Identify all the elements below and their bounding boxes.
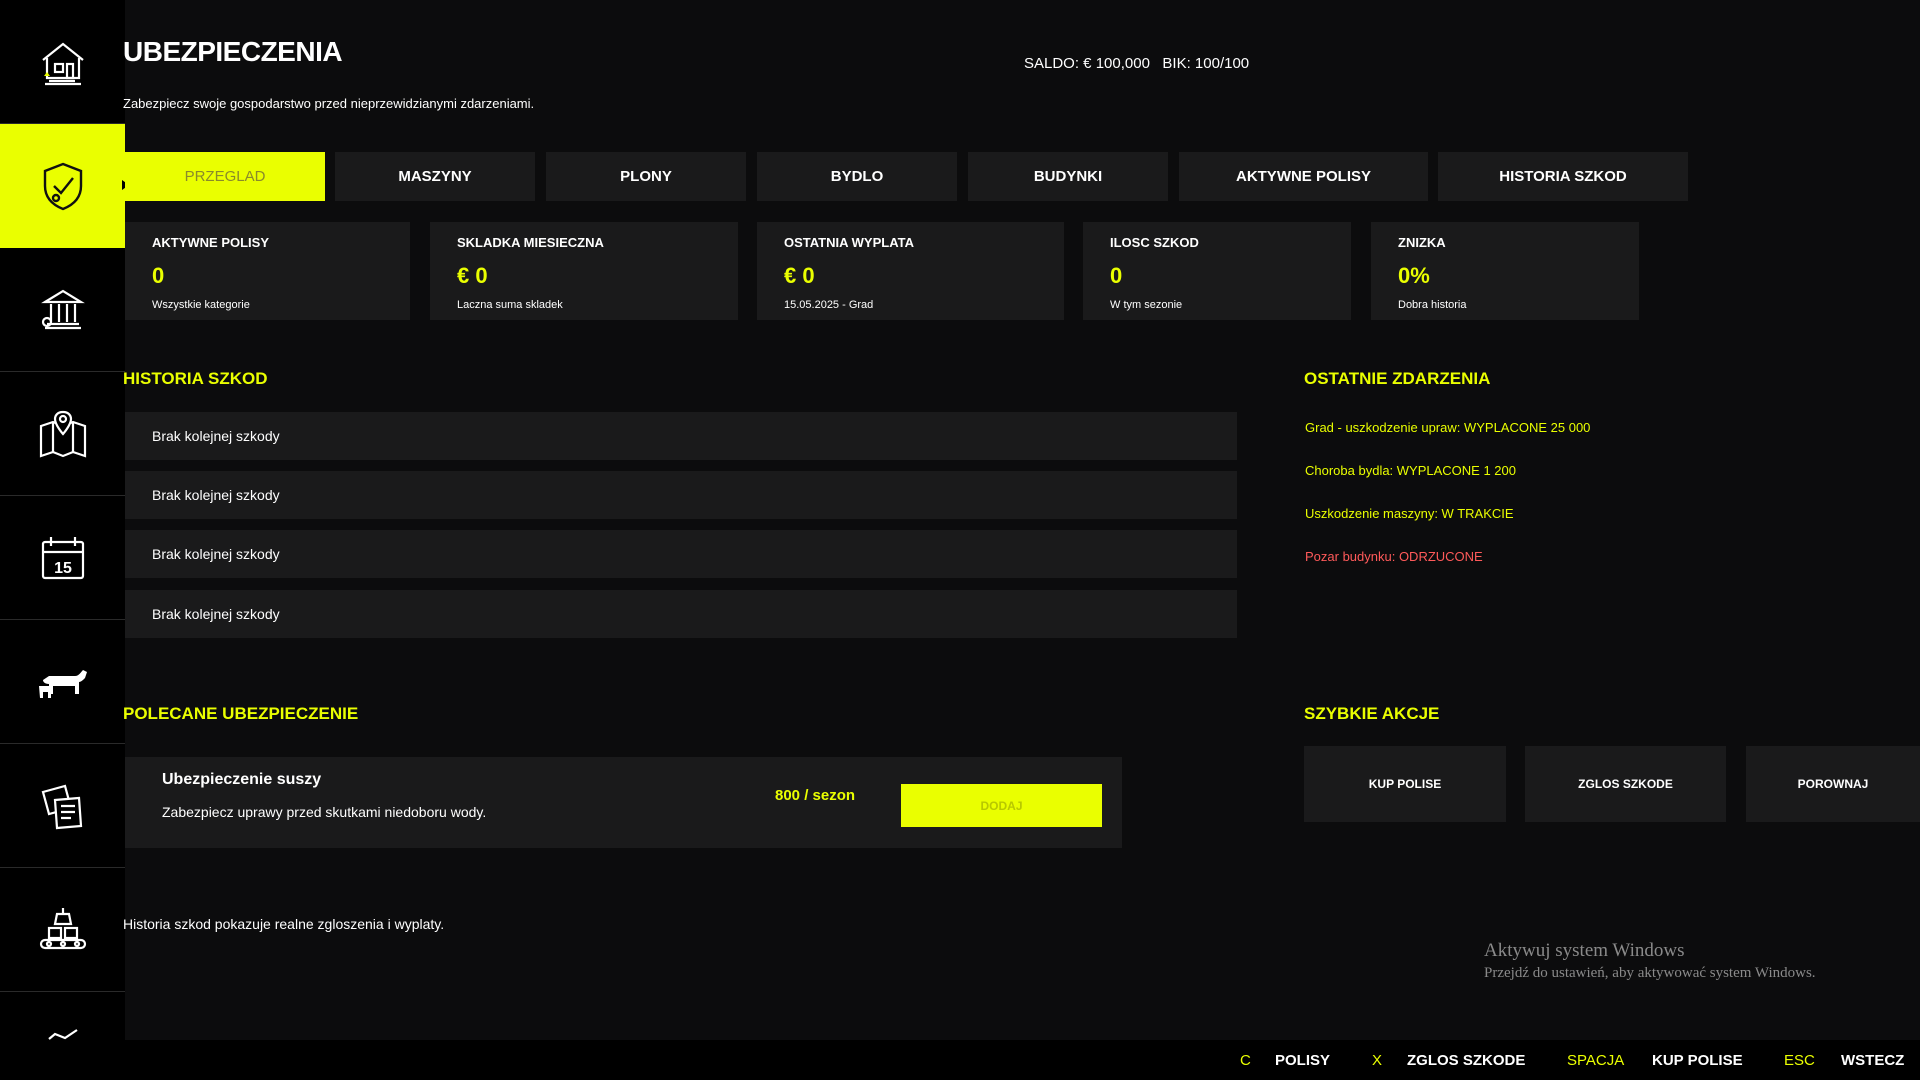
sidebar-item-animals[interactable]	[0, 620, 125, 744]
hotkey-buy-policy[interactable]: KUP POLISE	[1652, 1052, 1743, 1069]
stat-value: 0%	[1398, 263, 1430, 288]
sidebar-item-production[interactable]	[0, 868, 125, 992]
sidebar: 15	[0, 0, 129, 1040]
sidebar-item-more[interactable]	[0, 992, 125, 1040]
windows-activation-subtitle: Przejdź do ustawień, aby aktywować syste…	[1484, 965, 1816, 981]
history-section-title: HISTORIA SZKOD	[123, 369, 268, 388]
stat-card-claims-count: ILOSC SZKOD 0 W tym sezonie	[1083, 222, 1351, 320]
svg-text:15: 15	[54, 560, 72, 577]
tab-crops[interactable]: PLONY	[546, 152, 746, 201]
sidebar-item-documents[interactable]	[0, 744, 125, 868]
events-section-title: OSTATNIE ZDARZENIA	[1304, 369, 1491, 388]
production-icon	[39, 907, 86, 949]
event-item: Uszkodzenie maszyny: W TRAKCIE	[1305, 506, 1514, 521]
history-row: Brak kolejnej szkody	[125, 530, 1237, 578]
stat-subtitle: Wszystkie kategorie	[152, 299, 250, 311]
stat-subtitle: Dobra historia	[1398, 299, 1467, 311]
event-item: Choroba bydla: WYPLACONE 1 200	[1305, 463, 1516, 478]
buy-policy-button[interactable]: KUP POLISE	[1304, 746, 1506, 822]
documents-icon	[41, 784, 82, 829]
balance-info: SALDO: € 100,000 BIK: 100/100	[1024, 55, 1250, 72]
more-icon	[47, 1029, 78, 1040]
stat-title: SKLADKA MIESIECZNA	[457, 235, 604, 250]
sidebar-item-insurance[interactable]	[0, 124, 129, 248]
stat-subtitle: W tym sezonie	[1110, 299, 1183, 311]
animals-icon	[38, 669, 87, 698]
event-item: Grad - uszkodzenie upraw: WYPLACONE 25 0…	[1305, 420, 1591, 435]
tab-buildings[interactable]: BUDYNKI	[968, 152, 1168, 201]
sidebar-item-farm[interactable]	[0, 0, 125, 124]
tab-overview[interactable]: PRZEGLAD	[125, 152, 325, 201]
compare-button[interactable]: POROWNAJ	[1746, 746, 1920, 822]
bank-icon	[40, 289, 85, 329]
tab-active-policies[interactable]: AKTYWNE POLISY	[1179, 152, 1428, 201]
quick-actions-title: SZYBKIE AKCJE	[1304, 704, 1440, 723]
report-claim-button[interactable]: ZGLOS SZKODE	[1525, 746, 1726, 822]
sidebar-item-bank[interactable]	[0, 248, 125, 372]
sidebar-item-map[interactable]	[0, 372, 125, 496]
hotkey-policies[interactable]: POLISY	[1275, 1052, 1330, 1069]
page-subtitle: Zabezpiecz swoje gospodarstwo przed niep…	[123, 96, 535, 111]
stat-card-active-policies: AKTYWNE POLISY 0 Wszystkie kategorie	[125, 222, 410, 320]
hotkey-key: X	[1372, 1052, 1383, 1069]
stat-title: ILOSC SZKOD	[1110, 235, 1199, 250]
shield-check-icon	[43, 162, 82, 210]
stat-value: 0	[1110, 263, 1123, 288]
recommended-card: Ubezpieczenie suszy Zabezpiecz uprawy pr…	[125, 757, 1122, 848]
stat-subtitle: Laczna suma skladek	[457, 299, 563, 311]
hotkey-bar	[0, 1040, 1920, 1080]
recommended-price: 800 / sezon	[775, 787, 856, 804]
history-footnote: Historia szkod pokazuje realne zgloszeni…	[123, 916, 445, 932]
hotkey-key: SPACJA	[1567, 1052, 1625, 1069]
windows-activation-title: Aktywuj system Windows	[1484, 940, 1685, 961]
hotkey-key: C	[1240, 1052, 1251, 1069]
hotkey-back[interactable]: WSTECZ	[1841, 1052, 1904, 1069]
stat-value: € 0	[457, 263, 488, 288]
tab-machines[interactable]: MASZYNY	[335, 152, 535, 201]
stat-card-last-payout: OSTATNIA WYPLATA € 0 15.05.2025 - Grad	[757, 222, 1064, 320]
calendar-icon: 15	[41, 536, 84, 579]
stat-value: € 0	[784, 263, 815, 288]
stat-title: AKTYWNE POLISY	[152, 235, 270, 250]
stat-title: ZNIZKA	[1398, 235, 1446, 250]
recommended-section-title: POLECANE UBEZPIECZENIE	[123, 704, 359, 723]
map-icon	[39, 410, 86, 458]
recommended-description: Zabezpiecz uprawy przed skutkami niedobo…	[162, 804, 487, 820]
tab-cattle[interactable]: BYDLO	[757, 152, 957, 201]
stat-subtitle: 15.05.2025 - Grad	[784, 299, 874, 311]
add-insurance-button[interactable]: DODAJ	[901, 784, 1102, 827]
tab-claims-history[interactable]: HISTORIA SZKOD	[1438, 152, 1688, 201]
sidebar-item-calendar[interactable]: 15	[0, 496, 125, 620]
stat-card-discount: ZNIZKA 0% Dobra historia	[1371, 222, 1639, 320]
event-item-rejected: Pozar budynku: ODRZUCONE	[1305, 549, 1483, 564]
page-title: UBEZPIECZENIA	[123, 36, 343, 67]
recommended-name: Ubezpieczenie suszy	[162, 771, 322, 788]
history-row: Brak kolejnej szkody	[125, 590, 1237, 638]
farm-house-icon	[41, 42, 84, 85]
hotkey-key: ESC	[1784, 1052, 1815, 1069]
history-row: Brak kolejnej szkody	[125, 412, 1237, 460]
stat-card-monthly-premium: SKLADKA MIESIECZNA € 0 Laczna suma sklad…	[430, 222, 738, 320]
stat-value: 0	[152, 263, 165, 288]
history-row: Brak kolejnej szkody	[125, 471, 1237, 519]
stat-title: OSTATNIA WYPLATA	[784, 235, 914, 250]
hotkey-report-claim[interactable]: ZGLOS SZKODE	[1407, 1052, 1525, 1069]
